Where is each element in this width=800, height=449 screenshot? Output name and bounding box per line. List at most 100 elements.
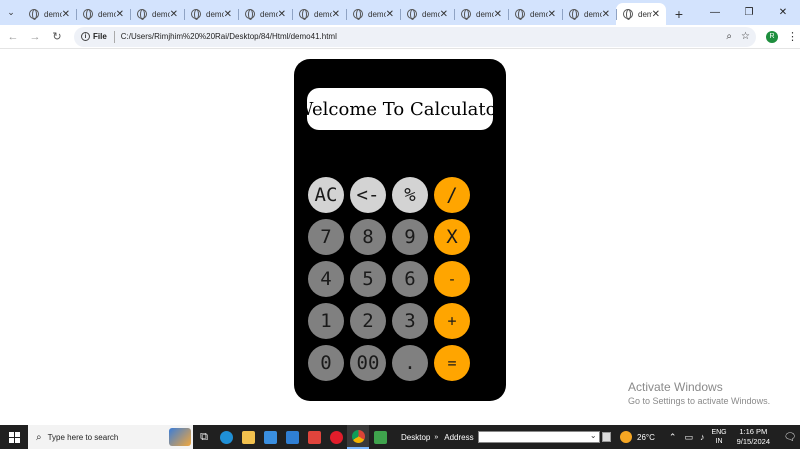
tab[interactable]: demo✕ bbox=[346, 3, 400, 25]
tab[interactable]: demo✕ bbox=[454, 3, 508, 25]
back-button[interactable]: ← bbox=[2, 26, 24, 48]
tab[interactable]: demo✕ bbox=[238, 3, 292, 25]
reload-button[interactable]: ↻ bbox=[46, 26, 68, 48]
tab-close-icon[interactable]: ✕ bbox=[652, 9, 660, 20]
desktop-toolbar-label[interactable]: Desktop bbox=[401, 433, 430, 442]
reload-icon: ↻ bbox=[52, 31, 62, 43]
key-7[interactable]: 7 bbox=[308, 219, 344, 255]
tab-title: demo bbox=[584, 9, 602, 19]
taskbar: ⌕ Type here to search ⧉ Desktop » Addres… bbox=[0, 425, 800, 449]
tab[interactable]: demo✕ bbox=[130, 3, 184, 25]
window-controls: — ❐ ✕ bbox=[698, 0, 800, 25]
tab[interactable]: demo✕ bbox=[22, 3, 76, 25]
plus-icon: + bbox=[674, 6, 684, 22]
key-6[interactable]: 6 bbox=[392, 261, 428, 297]
tab[interactable]: demo✕ bbox=[562, 3, 616, 25]
tab[interactable]: demo✕ bbox=[76, 3, 130, 25]
arrow-right-icon: → bbox=[29, 30, 41, 43]
tab-close-icon[interactable]: ✕ bbox=[170, 9, 178, 20]
profile-avatar[interactable]: R bbox=[766, 30, 778, 43]
notification-button[interactable]: 🗨 bbox=[780, 425, 800, 449]
tab[interactable]: demo✕ bbox=[508, 3, 562, 25]
globe-icon bbox=[299, 9, 309, 20]
key-backspace[interactable]: <- bbox=[350, 177, 386, 213]
address-toolbar-label: Address bbox=[444, 432, 474, 442]
tab-close-icon[interactable]: ✕ bbox=[116, 9, 124, 20]
key-clear[interactable]: AC bbox=[308, 177, 344, 213]
temperature: 26°C bbox=[637, 432, 655, 442]
tab-close-icon[interactable]: ✕ bbox=[332, 9, 340, 20]
weather-widget[interactable]: 26°C bbox=[620, 431, 655, 443]
file-explorer-button[interactable] bbox=[237, 425, 259, 449]
photos-button[interactable] bbox=[281, 425, 303, 449]
taskbar-search-box[interactable]: ⌕ Type here to search bbox=[28, 425, 193, 449]
globe-icon bbox=[515, 9, 525, 20]
edge-button[interactable] bbox=[215, 425, 237, 449]
url-scheme-chip[interactable]: File bbox=[93, 32, 107, 41]
tab-close-icon[interactable]: ✕ bbox=[386, 9, 394, 20]
address-go-button[interactable] bbox=[601, 432, 611, 442]
volume-icon[interactable]: ♪ bbox=[700, 432, 705, 442]
watermark-subtitle: Go to Settings to activate Windows. bbox=[628, 396, 771, 406]
tab[interactable]: demo✕ bbox=[400, 3, 454, 25]
chevron-down-icon: ⌄ bbox=[7, 7, 15, 17]
notepad-button[interactable] bbox=[369, 425, 391, 449]
tab-close-icon[interactable]: ✕ bbox=[602, 9, 610, 20]
key-equals[interactable]: = bbox=[434, 345, 470, 381]
key-3[interactable]: 3 bbox=[392, 303, 428, 339]
task-view-icon: ⧉ bbox=[200, 430, 208, 443]
key-decimal[interactable]: . bbox=[392, 345, 428, 381]
tab-close-icon[interactable]: ✕ bbox=[224, 9, 232, 20]
key-4[interactable]: 4 bbox=[308, 261, 344, 297]
globe-icon bbox=[569, 9, 579, 20]
network-icon[interactable]: ▭ bbox=[684, 432, 693, 443]
info-icon[interactable]: i bbox=[81, 32, 90, 41]
bookmark-star-icon[interactable]: ☆ bbox=[741, 31, 750, 42]
key-1[interactable]: 1 bbox=[308, 303, 344, 339]
start-button[interactable] bbox=[0, 425, 28, 449]
tab-close-icon[interactable]: ✕ bbox=[62, 9, 70, 20]
chrome-button[interactable] bbox=[347, 425, 369, 449]
tab-search-button[interactable]: ⌄ bbox=[0, 0, 22, 25]
close-window-button[interactable]: ✕ bbox=[766, 0, 800, 25]
key-0[interactable]: 0 bbox=[308, 345, 344, 381]
new-tab-button[interactable]: + bbox=[666, 3, 692, 25]
tab-close-icon[interactable]: ✕ bbox=[440, 9, 448, 20]
key-divide[interactable]: / bbox=[434, 177, 470, 213]
key-percent[interactable]: % bbox=[392, 177, 428, 213]
store-button[interactable] bbox=[259, 425, 281, 449]
task-view-button[interactable]: ⧉ bbox=[193, 425, 215, 449]
key-minus[interactable]: - bbox=[434, 261, 470, 297]
tab[interactable]: demo✕ bbox=[292, 3, 346, 25]
menu-dots-icon[interactable]: ⋮ bbox=[787, 30, 798, 43]
zoom-icon[interactable]: ⌕ bbox=[726, 31, 732, 42]
key-multiply[interactable]: X bbox=[434, 219, 470, 255]
address-bar[interactable]: i File C:/Users/Rimjhim%20%20Rai/Desktop… bbox=[74, 26, 756, 47]
tab-active[interactable]: demo✕ bbox=[616, 3, 666, 25]
tab-title: demo bbox=[638, 9, 652, 19]
wps-button[interactable] bbox=[303, 425, 325, 449]
globe-icon bbox=[461, 9, 471, 20]
opera-button[interactable] bbox=[325, 425, 347, 449]
restore-button[interactable]: ❐ bbox=[732, 0, 766, 25]
key-9[interactable]: 9 bbox=[392, 219, 428, 255]
key-8[interactable]: 8 bbox=[350, 219, 386, 255]
key-plus[interactable]: + bbox=[434, 303, 470, 339]
chevron-right-icon[interactable]: » bbox=[434, 434, 438, 441]
tab[interactable]: demo✕ bbox=[184, 3, 238, 25]
key-5[interactable]: 5 bbox=[350, 261, 386, 297]
tab-close-icon[interactable]: ✕ bbox=[278, 9, 286, 20]
tray-overflow-icon[interactable]: ⌃ bbox=[669, 432, 677, 443]
url-text[interactable]: C:/Users/Rimjhim%20%20Rai/Desktop/84/Htm… bbox=[121, 32, 727, 41]
tab-close-icon[interactable]: ✕ bbox=[548, 9, 556, 20]
taskbar-address-input[interactable]: ⌄ bbox=[477, 431, 600, 443]
key-double-zero[interactable]: 00 bbox=[350, 345, 386, 381]
language-indicator[interactable]: ENG IN bbox=[711, 428, 726, 446]
dropdown-icon[interactable]: ⌄ bbox=[590, 431, 597, 440]
language-region: IN bbox=[715, 438, 723, 445]
forward-button[interactable]: → bbox=[24, 26, 46, 48]
key-2[interactable]: 2 bbox=[350, 303, 386, 339]
tab-close-icon[interactable]: ✕ bbox=[494, 9, 502, 20]
minimize-button[interactable]: — bbox=[698, 0, 732, 25]
taskbar-clock[interactable]: 1:16 PM 9/15/2024 bbox=[737, 427, 770, 447]
